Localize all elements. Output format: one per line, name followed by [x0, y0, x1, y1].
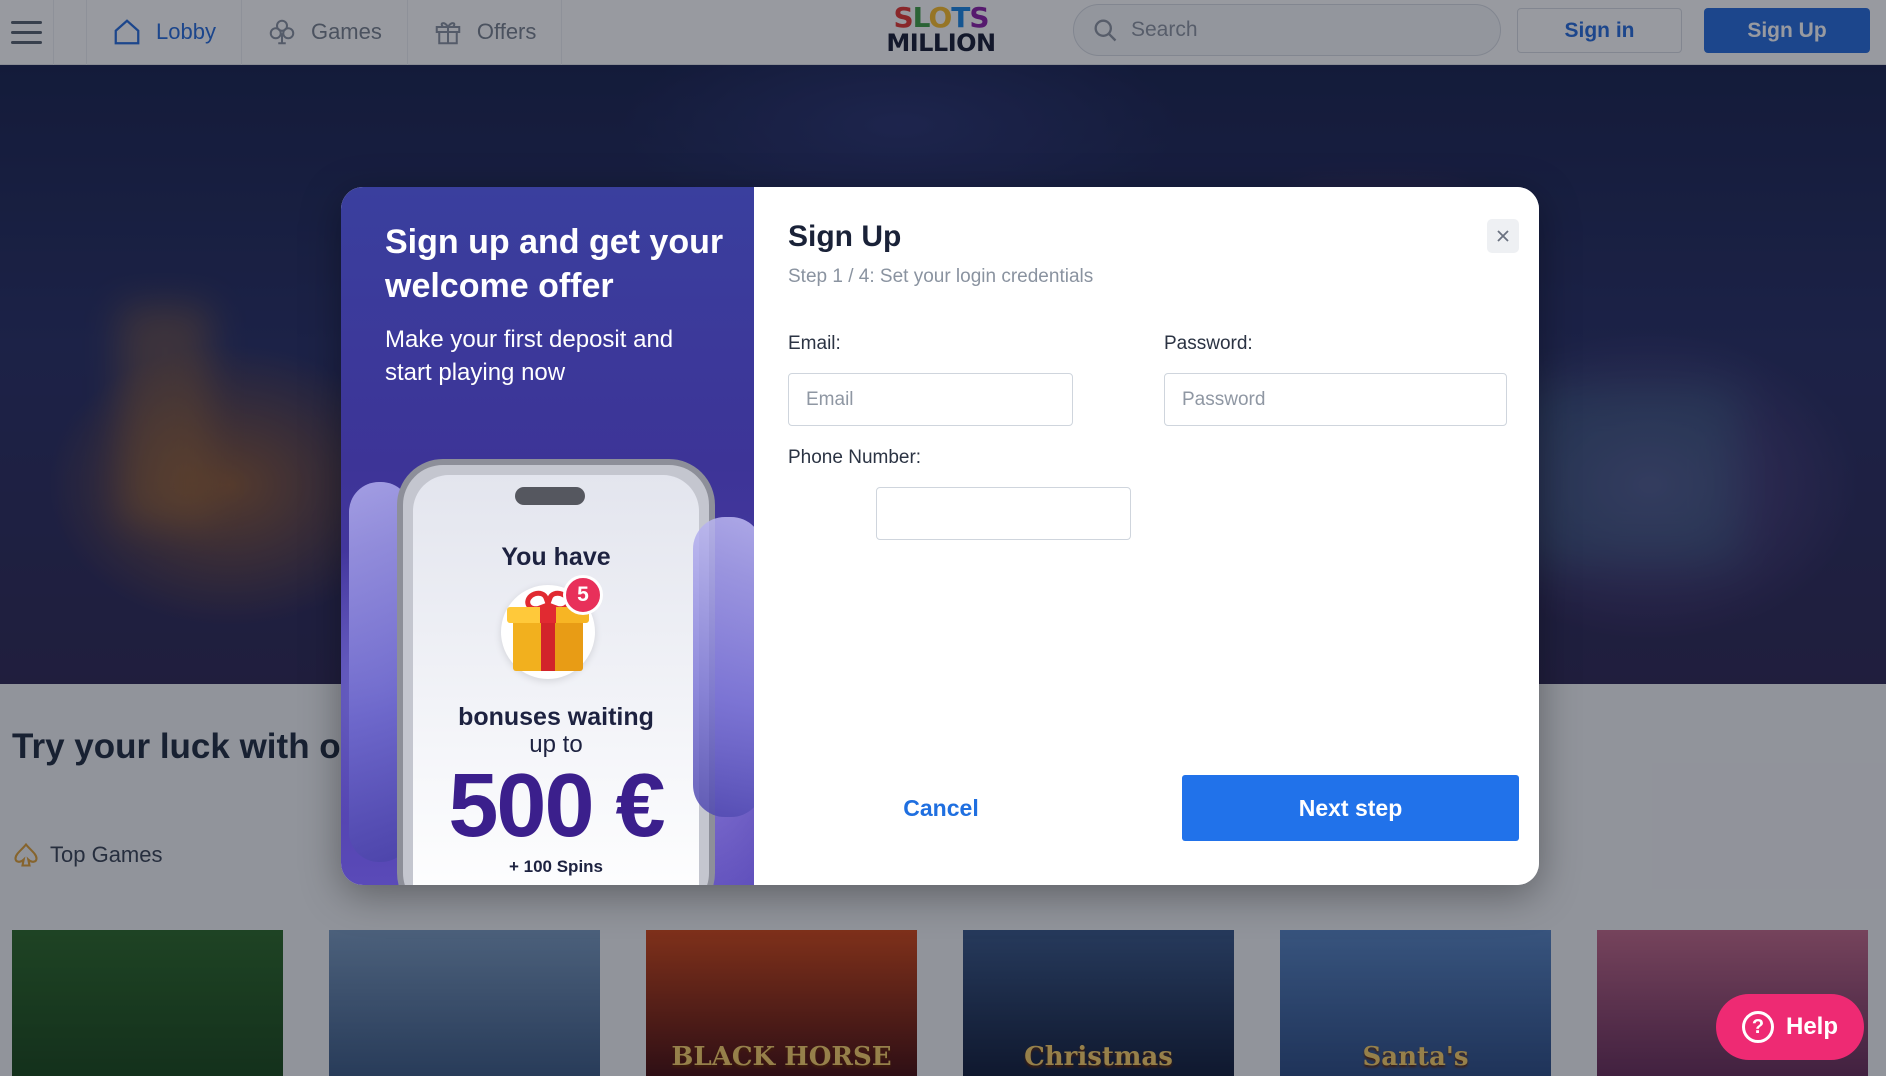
promo-title: Sign up and get your welcome offer: [385, 223, 724, 306]
bonus-amount: 500 €: [448, 756, 665, 856]
promo-panel: Sign up and get your welcome offer Make …: [341, 187, 754, 885]
help-icon: ?: [1741, 1011, 1774, 1043]
close-icon: [1497, 230, 1509, 242]
form-title: Sign Up: [788, 220, 902, 253]
promo-subtitle: Make your first deposit and start playin…: [385, 326, 674, 387]
signup-modal: Sign up and get your welcome offer Make …: [341, 187, 1539, 885]
help-button[interactable]: ? Help: [1716, 994, 1864, 1060]
bonus-count-badge: 5: [563, 575, 603, 615]
you-have-text: You have: [501, 543, 611, 571]
password-field[interactable]: [1164, 373, 1507, 426]
phone-field[interactable]: [876, 487, 1131, 540]
help-label: Help: [1785, 1013, 1838, 1040]
signup-form: Sign Up Step 1 / 4: Set your login crede…: [754, 187, 1539, 885]
bonuses-text: bonuses waiting: [458, 703, 654, 731]
phone-label: Phone Number:: [788, 447, 922, 468]
email-field[interactable]: [788, 373, 1073, 426]
password-label: Password:: [1164, 333, 1253, 354]
spins-text: + 100 Spins: [508, 857, 604, 876]
phone-screen: You have 5 bonuses waiting up to 500 € +…: [413, 475, 699, 885]
cancel-button[interactable]: Cancel: [788, 775, 1094, 841]
phone-illustration: You have 5 bonuses waiting up to 500 € +…: [397, 459, 715, 885]
hand-illustration: [693, 517, 754, 817]
next-step-button[interactable]: Next step: [1182, 775, 1519, 841]
email-label: Email:: [788, 333, 841, 354]
form-step: Step 1 / 4: Set your login credentials: [788, 266, 1094, 287]
close-button[interactable]: [1487, 219, 1519, 253]
